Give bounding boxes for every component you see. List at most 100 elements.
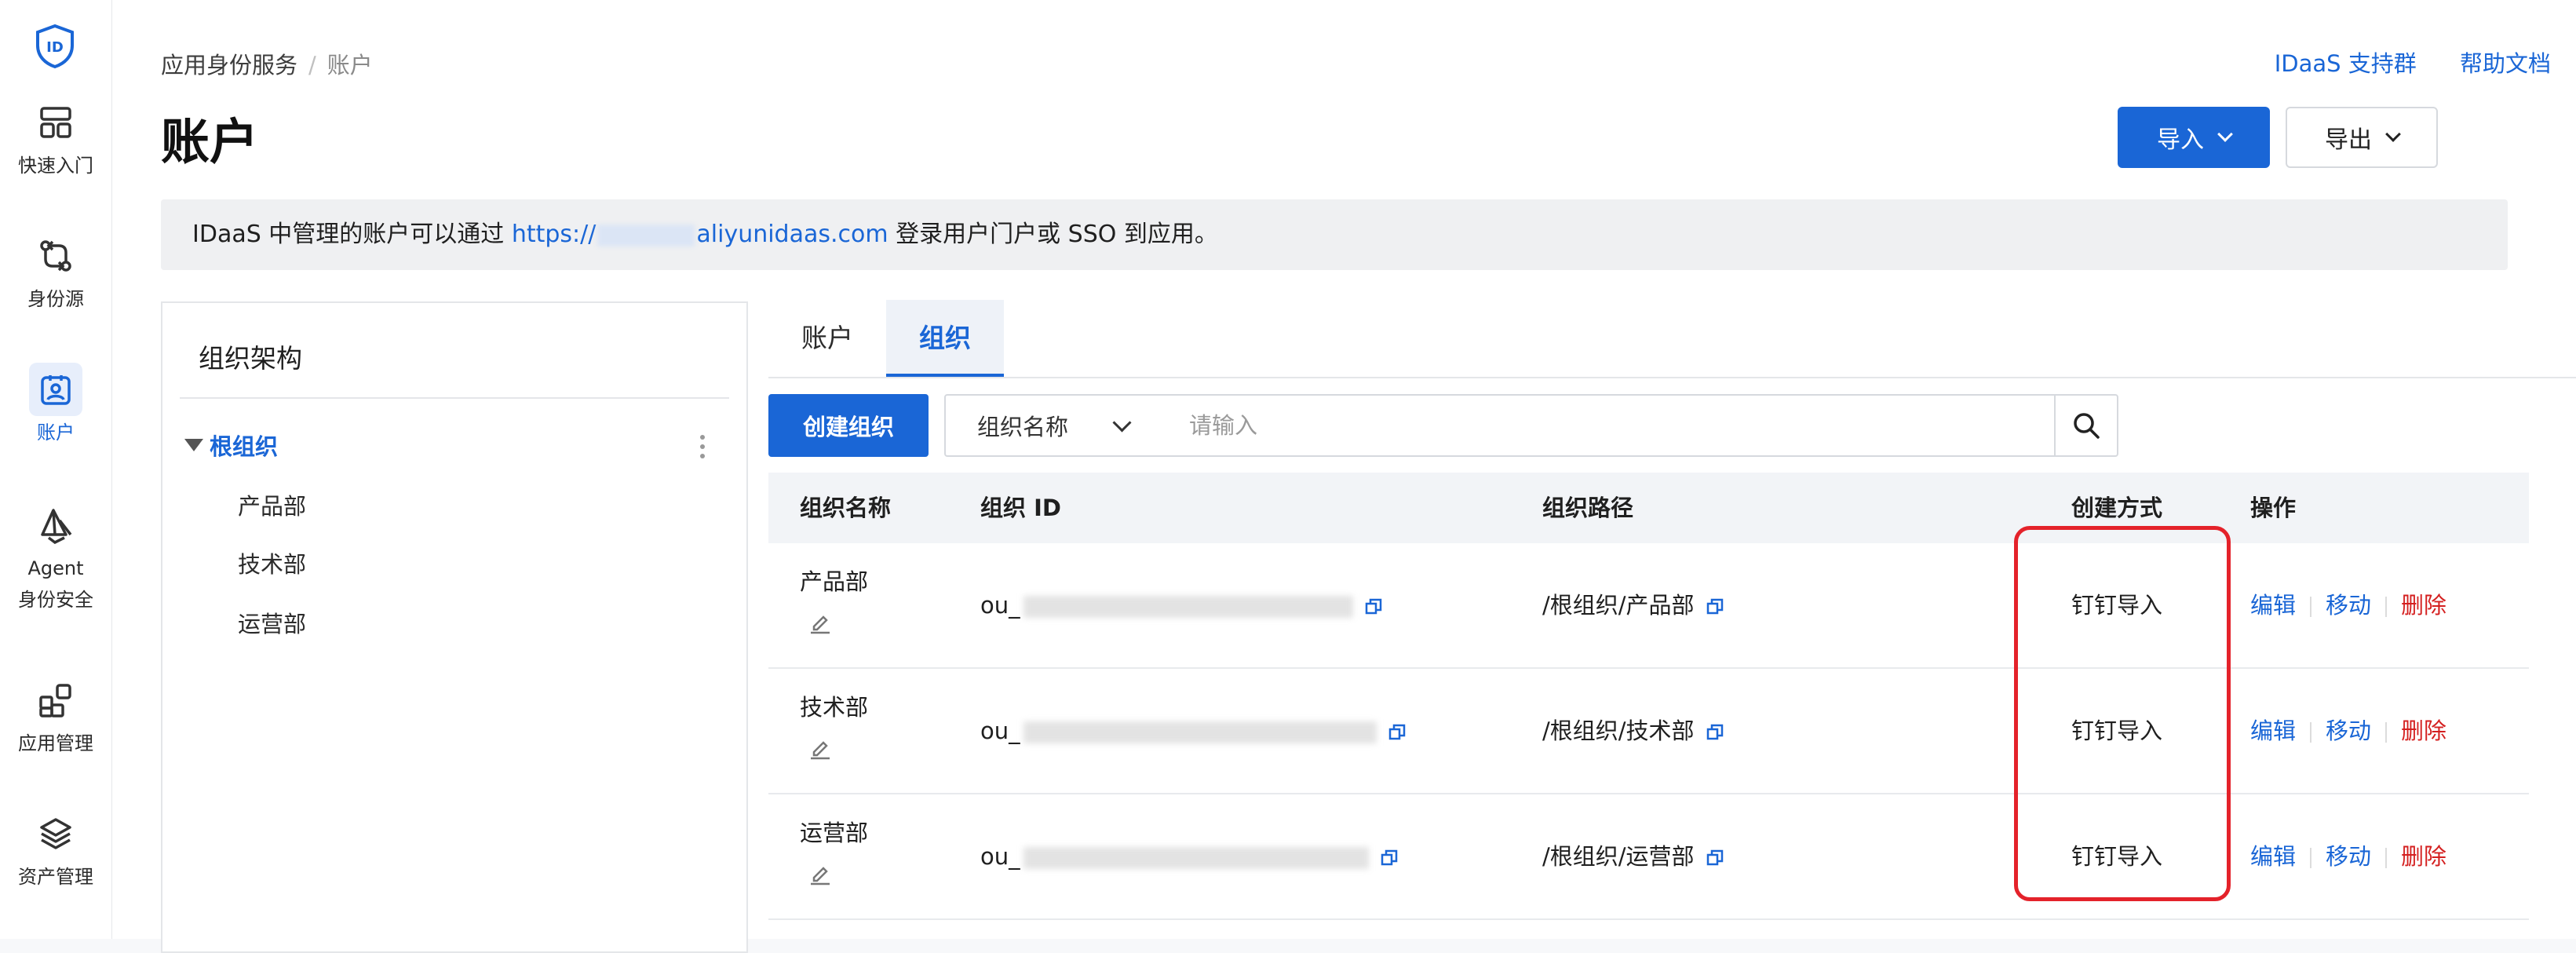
column-header: 操作 bbox=[2250, 495, 2297, 521]
notice-prefix: IDaaS 中管理的账户可以通过 bbox=[192, 221, 512, 248]
edit-pencil-icon[interactable] bbox=[808, 860, 833, 885]
copy-icon[interactable] bbox=[1706, 849, 1724, 867]
nav-label: 应用管理 bbox=[18, 732, 93, 754]
copy-icon[interactable] bbox=[1388, 723, 1407, 742]
support-group-link[interactable]: IDaaS 支持群 bbox=[2275, 50, 2417, 77]
delete-link[interactable]: 删除 bbox=[2401, 592, 2446, 619]
org-id-prefix: ou_ bbox=[980, 592, 1020, 619]
copy-icon[interactable] bbox=[1706, 723, 1724, 742]
table-row: 产品部 ou_ /根组织/产品部 钉钉导入 编辑 移动 删除 bbox=[768, 543, 2529, 669]
move-link[interactable]: 移动 bbox=[2326, 843, 2371, 870]
breadcrumb-current: 账户 bbox=[327, 52, 373, 79]
portal-link-end: aliyunidaas.com bbox=[696, 221, 888, 248]
move-link[interactable]: 移动 bbox=[2326, 717, 2371, 744]
org-path-text: /根组织/技术部 bbox=[1542, 717, 1695, 744]
export-label: 导出 bbox=[2325, 127, 2372, 153]
nav-label-line1: Agent bbox=[27, 557, 84, 579]
breadcrumb-separator: / bbox=[308, 52, 316, 79]
tree-node-product[interactable]: 产品部 bbox=[238, 488, 306, 521]
org-path: /根组织/产品部 bbox=[1542, 543, 1724, 667]
chevron-down-icon bbox=[2385, 126, 2401, 142]
delete-link[interactable]: 删除 bbox=[2401, 843, 2446, 870]
nav-label: 资产管理 bbox=[18, 866, 93, 888]
tab-organizations[interactable]: 组织 bbox=[886, 300, 1004, 377]
divider bbox=[180, 397, 729, 399]
org-id: ou_ bbox=[980, 543, 1383, 667]
create-org-button[interactable]: 创建组织 bbox=[768, 394, 929, 457]
org-tree-panel: 组织架构 根组织 产品部 技术部 运营部 bbox=[161, 301, 748, 953]
nav-label: 快速入门 bbox=[18, 155, 93, 177]
column-header: 组织名称 bbox=[800, 495, 892, 521]
idaas-logo-icon[interactable]: ID bbox=[35, 24, 75, 69]
nav-label-line2: 身份安全 bbox=[18, 589, 93, 611]
row-actions: 编辑 移动 删除 bbox=[2250, 543, 2446, 667]
edit-link[interactable]: 编辑 bbox=[2250, 717, 2296, 744]
move-link[interactable]: 移动 bbox=[2326, 592, 2371, 619]
sail-icon bbox=[41, 509, 72, 544]
org-table: 组织名称 组织 ID 组织路径 创建方式 操作 产品部 ou_ /根组织/产品部… bbox=[768, 473, 2529, 920]
search-button[interactable] bbox=[2054, 394, 2118, 457]
git-compare-icon bbox=[40, 240, 71, 272]
top-links: IDaaS 支持群 帮助文档 bbox=[2238, 46, 2551, 79]
copy-icon[interactable] bbox=[1364, 597, 1383, 616]
grid-icon bbox=[40, 107, 71, 138]
edit-pencil-icon[interactable] bbox=[808, 609, 833, 634]
search-icon bbox=[2074, 413, 2100, 439]
nav-item-asset-management[interactable]: 资产管理 bbox=[0, 807, 111, 893]
portal-link-start: https:// bbox=[511, 221, 597, 248]
nav-label: 身份源 bbox=[27, 288, 84, 310]
row-actions: 编辑 移动 删除 bbox=[2250, 669, 2446, 793]
redacted-id bbox=[1023, 721, 1377, 743]
page-title: 账户 bbox=[161, 113, 259, 170]
org-name: 技术部 bbox=[800, 694, 869, 721]
user-badge-icon bbox=[41, 375, 71, 405]
nav-item-accounts[interactable]: 账户 bbox=[0, 363, 111, 449]
copy-icon[interactable] bbox=[1380, 849, 1399, 867]
org-path: /根组织/技术部 bbox=[1542, 669, 1724, 793]
nav-item-app-management[interactable]: 应用管理 bbox=[0, 674, 111, 760]
apps-icon bbox=[39, 684, 71, 717]
redacted-id bbox=[1023, 847, 1369, 869]
filter-field-select[interactable]: 组织名称 bbox=[944, 394, 1159, 457]
nav-item-identity-source[interactable]: 身份源 bbox=[0, 229, 111, 316]
nav-label: 账户 bbox=[37, 422, 75, 444]
copy-icon[interactable] bbox=[1706, 597, 1724, 616]
import-button[interactable]: 导入 bbox=[2118, 107, 2270, 168]
column-header: 组织路径 bbox=[1542, 495, 1634, 521]
chevron-down-icon bbox=[1112, 412, 1132, 433]
layers-icon bbox=[40, 818, 71, 849]
portal-link[interactable]: https:// aliyunidaas.com bbox=[512, 221, 888, 248]
more-vertical-icon[interactable] bbox=[700, 435, 705, 463]
export-button[interactable]: 导出 bbox=[2286, 107, 2438, 168]
edit-pencil-icon[interactable] bbox=[808, 735, 833, 760]
left-nav: ID 快速入门 身份源 账户 Agent 身份安全 应用管理 资产管理 bbox=[0, 0, 112, 939]
notice-suffix: 登录用户门户或 SSO 到应用。 bbox=[888, 221, 1218, 248]
table-row: 运营部 ou_ /根组织/运营部 钉钉导入 编辑 移动 删除 bbox=[768, 794, 2529, 920]
org-path-text: /根组织/产品部 bbox=[1542, 592, 1695, 619]
chevron-down-icon bbox=[2217, 126, 2233, 142]
tab-bar: 账户 组织 bbox=[768, 300, 2576, 378]
org-id-prefix: ou_ bbox=[980, 717, 1020, 744]
tree-node-ops[interactable]: 运营部 bbox=[238, 606, 306, 639]
delete-link[interactable]: 删除 bbox=[2401, 717, 2446, 744]
caret-down-icon[interactable] bbox=[184, 439, 203, 451]
org-path: /根组织/运营部 bbox=[1542, 794, 1724, 918]
table-header: 组织名称 组织 ID 组织路径 创建方式 操作 bbox=[768, 473, 2529, 543]
nav-item-quickstart[interactable]: 快速入门 bbox=[0, 96, 111, 182]
filter-select-value: 组织名称 bbox=[977, 414, 1069, 440]
column-header: 组织 ID bbox=[980, 495, 1061, 521]
help-docs-link[interactable]: 帮助文档 bbox=[2460, 50, 2551, 77]
breadcrumb-item[interactable]: 应用身份服务 bbox=[161, 52, 297, 79]
org-id: ou_ bbox=[980, 794, 1399, 918]
edit-link[interactable]: 编辑 bbox=[2250, 843, 2296, 870]
search-input[interactable] bbox=[1158, 394, 2056, 457]
tree-root-node[interactable]: 根组织 bbox=[184, 429, 278, 462]
tree-root-label: 根组织 bbox=[210, 433, 279, 460]
edit-link[interactable]: 编辑 bbox=[2250, 592, 2296, 619]
org-name: 运营部 bbox=[800, 820, 869, 846]
tree-node-tech[interactable]: 技术部 bbox=[238, 546, 306, 579]
import-label: 导入 bbox=[2157, 127, 2204, 153]
tab-accounts[interactable]: 账户 bbox=[768, 300, 886, 377]
nav-item-agent-security[interactable]: Agent 身份安全 bbox=[0, 499, 111, 615]
org-id: ou_ bbox=[980, 669, 1407, 793]
